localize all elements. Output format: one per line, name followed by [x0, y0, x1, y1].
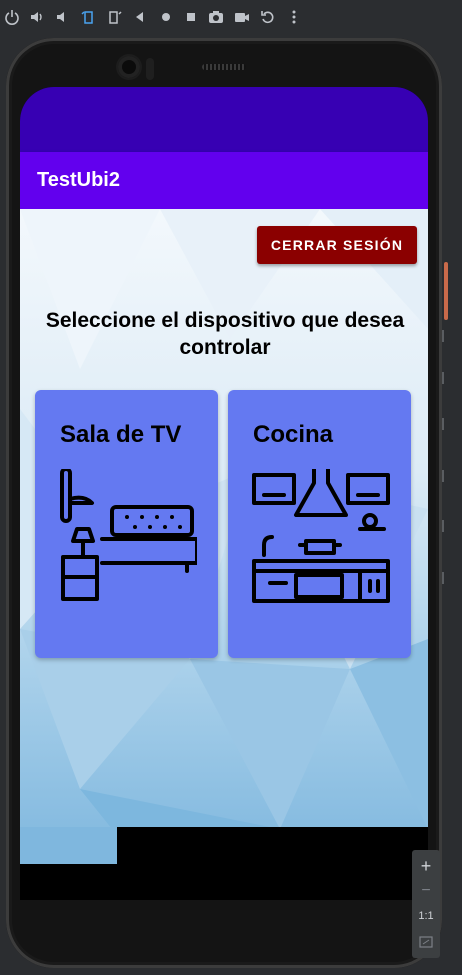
video-icon[interactable] [234, 9, 250, 25]
scrollbar-thumb[interactable] [444, 262, 448, 320]
background-patch [20, 827, 117, 864]
earpiece-speaker [202, 64, 246, 70]
app-title: TestUbi2 [37, 169, 120, 191]
rotate-right-icon[interactable] [106, 9, 122, 25]
main-content: CERRAR SESIÓN Seleccione el dispositivo … [20, 209, 428, 864]
zoom-in-button[interactable]: + [412, 856, 440, 877]
bedroom-icon [60, 469, 197, 601]
app-bar: TestUbi2 [20, 152, 428, 209]
camera-icon[interactable] [208, 9, 224, 25]
card-title: Sala de TV [60, 421, 182, 448]
device-screen: TestUbi2 CERRAR SESIÓN Seleccione el dis… [20, 87, 428, 900]
rotate-left-icon[interactable] [80, 9, 96, 25]
home-icon[interactable] [158, 9, 174, 25]
back-icon[interactable] [132, 9, 148, 25]
side-tick [442, 572, 444, 584]
emulator-toolbar [0, 0, 462, 34]
power-icon[interactable] [4, 9, 20, 25]
proximity-sensor [146, 58, 154, 80]
side-tick [442, 520, 444, 532]
zoom-panel: + − 1:1 [412, 850, 440, 958]
side-tick [442, 372, 444, 384]
actual-size-button[interactable]: 1:1 [412, 910, 440, 922]
kitchen-icon [252, 469, 390, 603]
volume-up-icon[interactable] [29, 9, 45, 25]
device-card-cocina[interactable]: Cocina [228, 390, 411, 658]
more-icon[interactable] [286, 9, 302, 25]
logout-button[interactable]: CERRAR SESIÓN [257, 226, 417, 264]
device-card-sala-de-tv[interactable]: Sala de TV [35, 390, 218, 658]
select-device-prompt: Seleccione el dispositivo que desea cont… [45, 309, 405, 359]
status-bar [20, 87, 428, 152]
zoom-out-button[interactable]: − [412, 882, 440, 900]
card-title: Cocina [253, 421, 334, 448]
overview-icon[interactable] [183, 9, 199, 25]
side-tick [442, 418, 444, 430]
side-tick [442, 470, 444, 482]
navigation-bar [20, 864, 428, 900]
front-camera-icon [118, 56, 140, 78]
fit-screen-icon[interactable] [419, 936, 433, 948]
volume-down-icon[interactable] [54, 9, 70, 25]
side-tick [442, 330, 444, 342]
replay-icon[interactable] [260, 9, 276, 25]
nav-area [117, 827, 428, 864]
